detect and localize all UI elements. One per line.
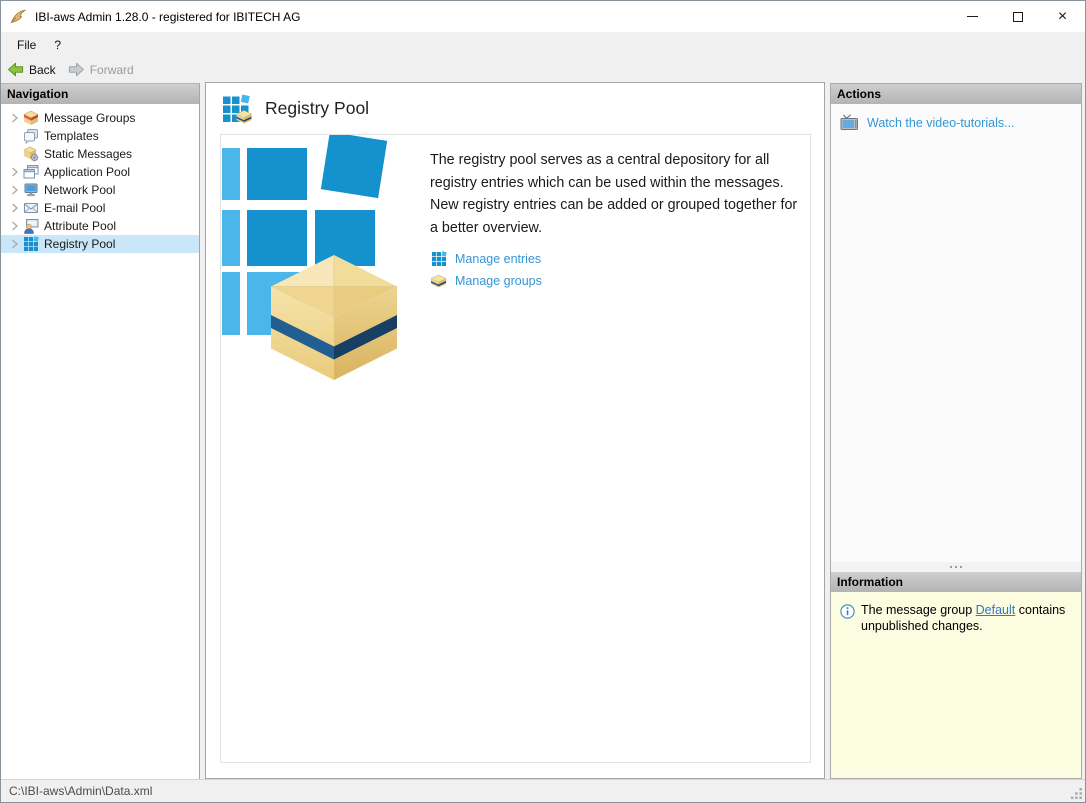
chevron-right-icon[interactable] (6, 167, 23, 177)
menu-item-file[interactable]: File (8, 35, 45, 55)
workspace: Navigation Message Groups Templates Static… (1, 81, 1085, 781)
tile (222, 148, 240, 200)
nav-tree: Message Groups Templates Static Messages Ap… (1, 104, 199, 253)
nav-item-templates[interactable]: Templates (1, 127, 199, 145)
nav-item-label: E-mail Pool (44, 201, 105, 215)
registry-pool-icon (23, 236, 39, 252)
main-header: Registry Pool (206, 83, 824, 134)
navigation-header: Navigation (1, 84, 199, 104)
main-panel: Registry Pool The registry pool serves a… (205, 82, 825, 779)
watch-video-tutorials-label: Watch the video-tutorials... (867, 116, 1015, 130)
e-mail-pool-icon (23, 200, 39, 216)
nav-item-message-groups[interactable]: Message Groups (1, 109, 199, 127)
window-title: IBI-aws Admin 1.28.0 - registered for IB… (35, 10, 300, 24)
menu-item-help[interactable]: ? (45, 35, 70, 55)
page-title: Registry Pool (265, 98, 369, 119)
chevron-right-icon[interactable] (6, 185, 23, 195)
minimize-button[interactable] (950, 1, 995, 32)
status-bar: C:\IBI-aws\Admin\Data.xml (1, 779, 1085, 802)
nav-item-e-mail-pool[interactable]: E-mail Pool (1, 199, 199, 217)
tile (247, 148, 307, 200)
application-pool-icon (23, 164, 39, 180)
manage-groups-icon (430, 273, 447, 289)
information-message: The message group Default contains unpub… (840, 603, 1073, 634)
message-groups-icon (23, 110, 39, 126)
manage-entries-icon (430, 251, 447, 267)
chevron-right-icon[interactable] (6, 239, 23, 249)
actions-panel: Watch the video-tutorials... (831, 104, 1081, 562)
nav-item-registry-pool[interactable]: Registry Pool (1, 235, 199, 253)
chevron-right-icon[interactable] (6, 221, 23, 231)
close-icon: × (1058, 9, 1067, 25)
information-panel: The message group Default contains unpub… (831, 592, 1081, 778)
forward-label: Forward (90, 63, 134, 77)
nav-item-application-pool[interactable]: Application Pool (1, 163, 199, 181)
nav-item-label: Templates (44, 129, 99, 143)
back-label: Back (29, 63, 56, 77)
nav-item-label: Network Pool (44, 183, 115, 197)
title-bar: IBI-aws Admin 1.28.0 - registered for IB… (1, 1, 1085, 32)
static-messages-icon (23, 146, 39, 162)
tile-rotated (321, 134, 387, 198)
panel-splitter[interactable] (831, 562, 1081, 572)
actions-header: Actions (831, 84, 1081, 104)
nav-item-attribute-pool[interactable]: Attribute Pool (1, 217, 199, 235)
templates-icon (23, 128, 39, 144)
registry-pool-large-icon (222, 94, 252, 124)
window-controls: × (950, 1, 1085, 32)
page-description: The registry pool serves as a central de… (430, 149, 808, 239)
manage-groups-label: Manage groups (455, 274, 542, 288)
gold-box-icon (271, 255, 397, 380)
right-column: Actions Watch the video-tutorials... Inf… (830, 83, 1082, 779)
toolbar: Back Forward (1, 58, 1085, 81)
network-pool-icon (23, 182, 39, 198)
nav-item-label: Static Messages (44, 147, 132, 161)
status-file-path: C:\IBI-aws\Admin\Data.xml (9, 784, 152, 798)
chevron-right-icon[interactable] (6, 113, 23, 123)
nav-item-label: Attribute Pool (44, 219, 116, 233)
description-column: The registry pool serves as a central de… (430, 149, 808, 292)
forward-arrow-icon (68, 62, 85, 77)
minimize-icon (967, 16, 978, 17)
close-button[interactable]: × (1040, 1, 1085, 32)
back-button[interactable]: Back (1, 58, 62, 81)
navigation-panel: Navigation Message Groups Templates Static… (1, 83, 200, 779)
default-group-link[interactable]: Default (976, 603, 1016, 617)
menu-bar: File ? (1, 32, 1085, 58)
maximize-button[interactable] (995, 1, 1040, 32)
nav-item-static-messages[interactable]: Static Messages (1, 145, 199, 163)
back-arrow-icon (7, 62, 24, 77)
manage-entries-link[interactable]: Manage entries (430, 248, 808, 270)
maximize-icon (1013, 12, 1023, 22)
app-window: IBI-aws Admin 1.28.0 - registered for IB… (0, 0, 1086, 803)
watch-video-tutorials-link[interactable]: Watch the video-tutorials... (840, 114, 1081, 131)
chevron-right-icon[interactable] (6, 203, 23, 213)
tile (222, 272, 240, 335)
forward-button[interactable]: Forward (62, 58, 140, 81)
attribute-pool-icon (23, 218, 39, 234)
main-content-box: The registry pool serves as a central de… (220, 134, 811, 763)
information-text: The message group Default contains unpub… (861, 603, 1069, 634)
information-header: Information (831, 572, 1081, 592)
nav-item-label: Message Groups (44, 111, 135, 125)
registry-pool-illustration (222, 136, 418, 396)
info-text-before: The message group (861, 603, 976, 617)
tile (222, 210, 240, 266)
tv-icon (840, 114, 860, 131)
manage-entries-label: Manage entries (455, 252, 541, 266)
manage-links: Manage entries Manage groups (430, 248, 808, 292)
nav-item-label: Application Pool (44, 165, 130, 179)
nav-item-label: Registry Pool (44, 237, 115, 251)
info-icon (840, 604, 855, 619)
quill-pen-icon (9, 8, 28, 25)
manage-groups-link[interactable]: Manage groups (430, 270, 808, 292)
resize-grip-icon[interactable] (1070, 787, 1083, 800)
nav-item-network-pool[interactable]: Network Pool (1, 181, 199, 199)
